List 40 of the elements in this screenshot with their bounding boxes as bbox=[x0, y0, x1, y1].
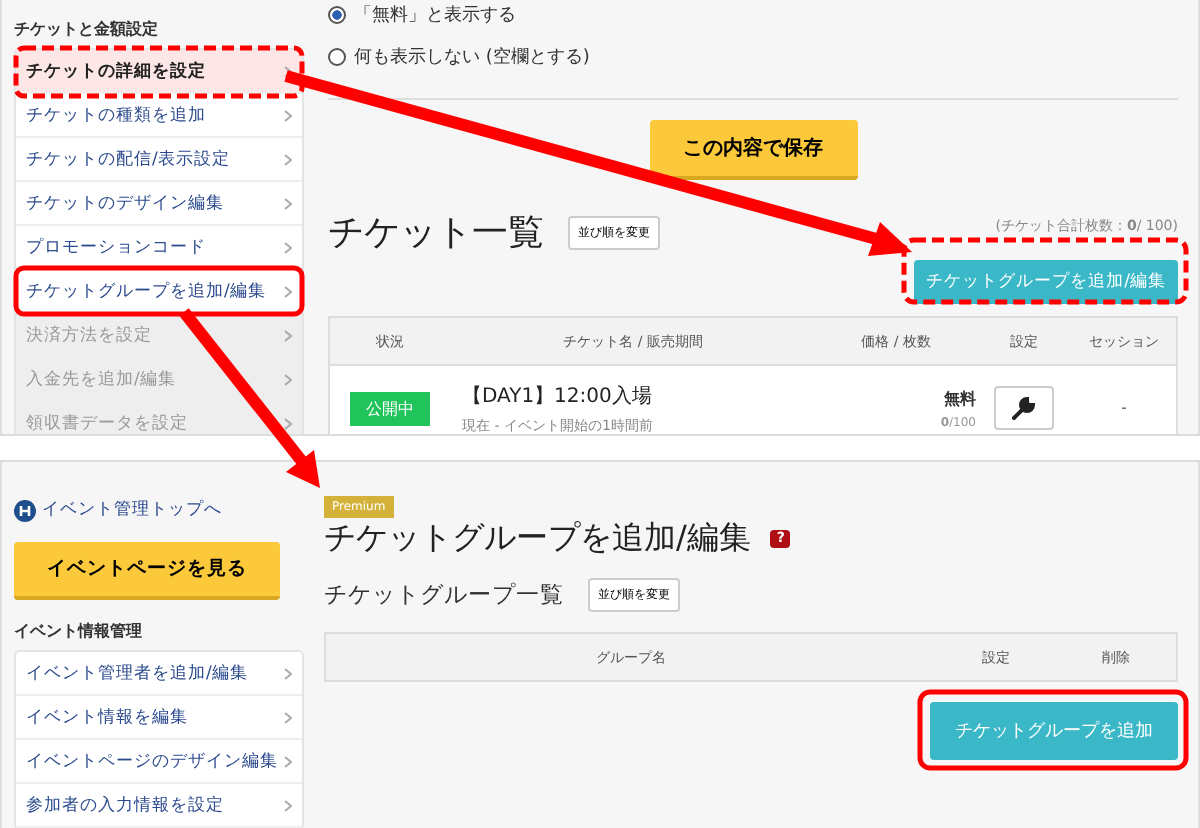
chevron-icon bbox=[284, 417, 292, 429]
sidebar-item[interactable]: チケットのデザイン編集 bbox=[16, 182, 302, 226]
page-title: チケットグループを追加/編集 bbox=[324, 518, 751, 560]
sidebar-item[interactable]: イベント情報を編集 bbox=[16, 696, 302, 740]
view-event-page-button[interactable]: イベントページを見る bbox=[14, 542, 280, 600]
status-badge: 公開中 bbox=[350, 391, 430, 425]
chevron-icon bbox=[284, 799, 292, 811]
chevron-icon bbox=[284, 755, 292, 767]
chevron-icon bbox=[284, 197, 292, 209]
radio-label: 「無料」と表示する bbox=[354, 3, 516, 28]
chevron-icon bbox=[284, 285, 292, 297]
home-circle-icon bbox=[14, 499, 36, 521]
ticket-price: 無料 bbox=[944, 387, 976, 409]
chevron-icon bbox=[284, 667, 292, 679]
chevron-icon bbox=[284, 109, 292, 121]
radio-button[interactable] bbox=[328, 48, 346, 66]
sidebar-item[interactable]: チケットの種類を追加 bbox=[16, 94, 302, 138]
event-top-link[interactable]: イベント管理トップへ bbox=[14, 498, 304, 522]
sidebar-item[interactable]: チケットの配信/表示設定 bbox=[16, 138, 302, 182]
sidebar-item[interactable]: イベントページのデザイン編集 bbox=[16, 740, 302, 784]
chevron-icon bbox=[284, 329, 292, 341]
section-heading: チケットと金額設定 bbox=[14, 18, 160, 40]
ticket-name: 【DAY1】12:00入場 bbox=[462, 383, 652, 409]
radio-button[interactable] bbox=[328, 6, 346, 24]
sidebar-item[interactable]: 参加者の入力情報を設定 bbox=[16, 784, 302, 828]
chevron-icon bbox=[284, 65, 292, 77]
wrench-icon bbox=[1010, 394, 1038, 422]
sidebar-item[interactable]: イベント管理者を追加/編集 bbox=[16, 652, 302, 696]
section-title: チケット一覧 bbox=[328, 210, 544, 256]
save-button[interactable]: この内容で保存 bbox=[649, 120, 857, 180]
settings-button[interactable] bbox=[994, 386, 1054, 430]
section-title: チケットグループ一覧 bbox=[324, 580, 564, 610]
sidebar-item[interactable]: チケットの詳細を設定 bbox=[16, 50, 302, 94]
radio-label: 何も表示しない (空欄とする) bbox=[354, 45, 590, 70]
section-heading: イベント情報管理 bbox=[14, 620, 144, 642]
chevron-icon bbox=[284, 153, 292, 165]
chevron-icon bbox=[284, 373, 292, 385]
chevron-icon bbox=[284, 241, 292, 253]
sidebar-item[interactable]: プロモーションコード bbox=[16, 226, 302, 270]
chevron-icon bbox=[284, 711, 292, 723]
